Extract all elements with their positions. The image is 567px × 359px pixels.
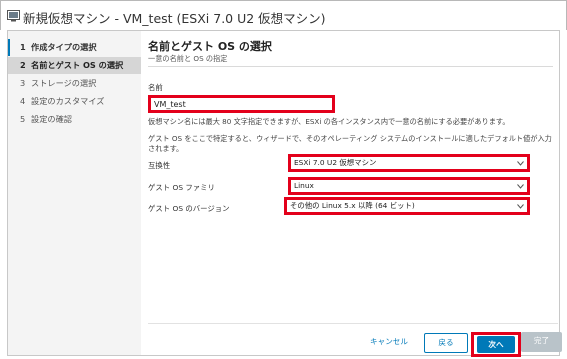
name-label: 名前 <box>148 83 163 92</box>
window-titlebar: 新規仮想マシン - VM_test (ESXi 7.0 U2 仮想マシン) <box>0 0 567 30</box>
finish-button[interactable]: 完了 <box>521 332 562 352</box>
vm-name-input[interactable]: VM_test <box>148 95 335 113</box>
compatibility-label: 互換性 <box>148 161 171 170</box>
window-title: 新規仮想マシン - VM_test (ESXi 7.0 U2 仮想マシン) <box>23 11 326 26</box>
wizard-steps: 1 作成タイプの選択 2 名前とゲスト OS の選択 3 ストレージの選択 4 設定のカ… <box>8 31 141 355</box>
chevron-down-icon <box>517 184 524 189</box>
step-label: 作成タイプの選択 <box>31 42 97 52</box>
guest-os-version-label: ゲスト OS のバージョン <box>148 204 230 213</box>
guest-os-version-select[interactable]: その他の Linux 5.x 以降 (64 ビット) <box>284 197 530 215</box>
step-customize-settings[interactable]: 4 設定のカスタマイズ <box>8 93 141 110</box>
step-select-storage[interactable]: 3 ストレージの選択 <box>8 75 141 92</box>
next-button[interactable]: 次へ <box>477 336 515 353</box>
step-select-creation-type[interactable]: 1 作成タイプの選択 <box>8 39 141 56</box>
chevron-down-icon <box>517 204 524 209</box>
guest-os-family-select[interactable]: Linux <box>288 177 530 195</box>
next-button-highlight: 次へ <box>471 332 521 357</box>
page-title: 名前とゲスト OS の選択 <box>148 40 272 53</box>
cancel-button[interactable]: キャンセル <box>362 333 416 351</box>
footer-divider <box>148 323 558 324</box>
guest-os-family-label: ゲスト OS ファミリ <box>148 183 215 192</box>
step-review-settings[interactable]: 5 設定の確認 <box>8 111 141 128</box>
compatibility-select[interactable]: ESXi 7.0 U2 仮想マシン <box>288 154 530 172</box>
wizard-content: 名前とゲスト OS の選択 一意の名前と OS の指定 名前 VM_test 仮… <box>148 31 559 355</box>
step-label: 設定の確認 <box>31 114 72 124</box>
header-divider <box>148 66 553 67</box>
back-button[interactable]: 戻る <box>424 333 468 353</box>
page-subtitle: 一意の名前と OS の指定 <box>148 54 228 63</box>
step-label: 名前とゲスト OS の選択 <box>31 60 124 70</box>
guest-os-help-text-line1: ゲスト OS をここで特定すると、ウィザードで、そのオペレーティング システムの… <box>148 134 552 143</box>
step-label: 設定のカスタマイズ <box>31 96 105 106</box>
chevron-down-icon <box>517 161 524 166</box>
wizard-dialog: 1 作成タイプの選択 2 名前とゲスト OS の選択 3 ストレージの選択 4 設定のカ… <box>7 30 562 357</box>
name-help-text: 仮想マシン名には最大 80 文字指定できますが、ESXi の各インスタンス内で一… <box>148 117 510 126</box>
step-select-name-guest-os[interactable]: 2 名前とゲスト OS の選択 <box>8 57 141 74</box>
vm-icon <box>7 10 20 22</box>
step-label: ストレージの選択 <box>31 78 97 88</box>
guest-os-help-text-line2: されます。 <box>148 144 184 153</box>
